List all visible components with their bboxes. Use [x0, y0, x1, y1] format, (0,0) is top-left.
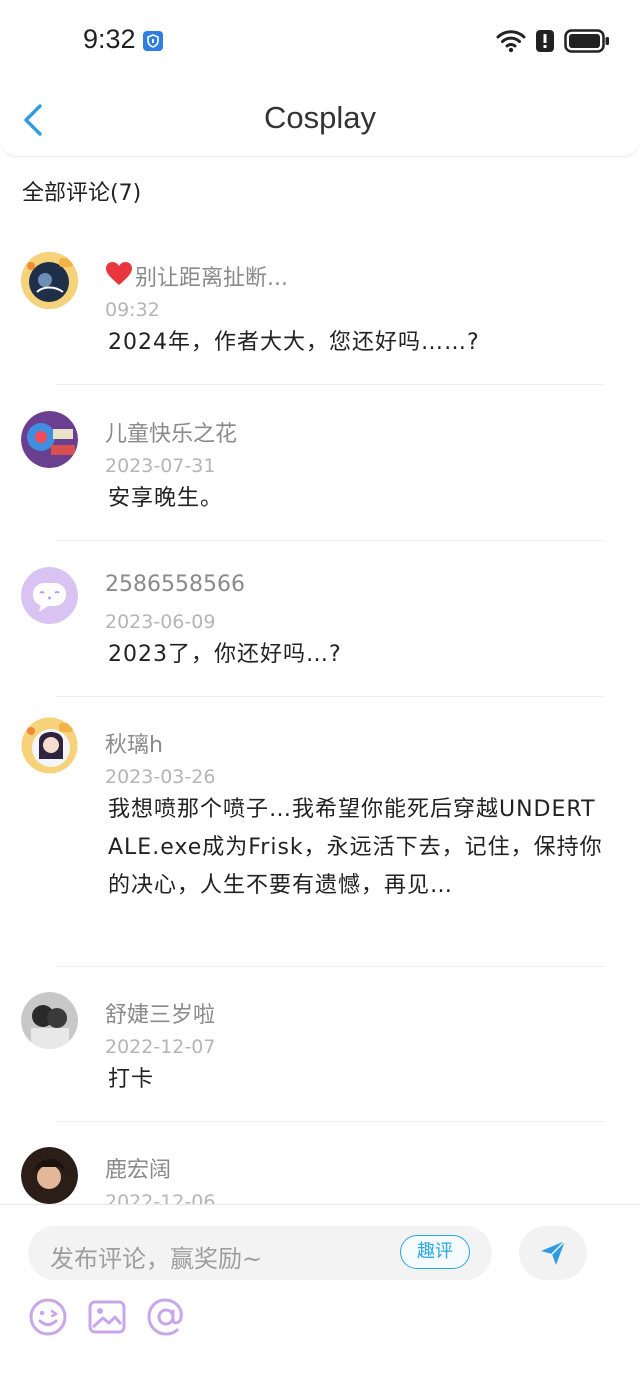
wifi-icon [496, 30, 526, 53]
avatar[interactable] [21, 1147, 78, 1204]
alert-icon [536, 30, 554, 52]
comment-input-placeholder: 发布评论，赢奖励~ [50, 1245, 263, 1273]
security-shield-icon [143, 31, 163, 51]
avatar[interactable] [21, 992, 78, 1049]
divider [56, 1121, 604, 1122]
comment-date: 2023-07-31 [105, 455, 216, 477]
comment-author[interactable]: 舒婕三岁啦 [105, 997, 215, 1029]
comment-date: 2023-03-26 [105, 766, 216, 788]
comment-date: 2023-06-09 [105, 611, 216, 633]
comment-author[interactable]: 鹿宏阔 [105, 1152, 171, 1184]
comment-author[interactable]: 儿童快乐之花 [105, 416, 237, 448]
image-icon[interactable] [87, 1297, 127, 1337]
comment-text: 安享晚生。 [108, 486, 224, 511]
comments-count-title: 全部评论(7) [22, 181, 142, 206]
comment-text: 打卡 [108, 1067, 155, 1092]
divider [56, 540, 604, 541]
divider [56, 966, 604, 967]
avatar[interactable] [21, 567, 78, 624]
mention-icon[interactable] [146, 1297, 186, 1337]
comment-author[interactable]: 2586558566 [105, 572, 245, 597]
fun-comment-button[interactable]: 趣评 [400, 1235, 470, 1269]
avatar[interactable] [21, 252, 78, 309]
comment-date: 09:32 [105, 299, 160, 321]
send-button[interactable] [519, 1226, 587, 1280]
battery-icon [564, 29, 609, 53]
navigation-header: Cosplay [0, 80, 640, 157]
avatar[interactable] [21, 411, 78, 468]
status-bar: 9:32 [0, 0, 640, 80]
comment-author[interactable]: 别让距离扯断... [135, 260, 288, 292]
comment-composer: 发布评论，赢奖励~ 趣评 [0, 1204, 640, 1388]
divider [56, 696, 604, 697]
comment-text: 我想喷那个喷子…我希望你能死后穿越UNDERTALE.exe成为Frisk，永远… [108, 797, 603, 898]
avatar[interactable] [21, 717, 78, 774]
comment-date: 2022-12-07 [105, 1036, 216, 1058]
comment-author[interactable]: 秋璃h [105, 727, 163, 759]
divider [56, 384, 604, 385]
comment-text: 2023了，你还好吗…? [108, 642, 342, 667]
comment-text: 2024年，作者大大，您还好吗……? [108, 330, 480, 355]
page-title: Cosplay [264, 100, 376, 135]
emoji-icon[interactable] [28, 1297, 68, 1337]
comment-input[interactable]: 发布评论，赢奖励~ 趣评 [28, 1226, 492, 1280]
heart-icon [106, 262, 132, 285]
status-time: 9:32 [83, 24, 136, 54]
send-icon [541, 1240, 566, 1265]
